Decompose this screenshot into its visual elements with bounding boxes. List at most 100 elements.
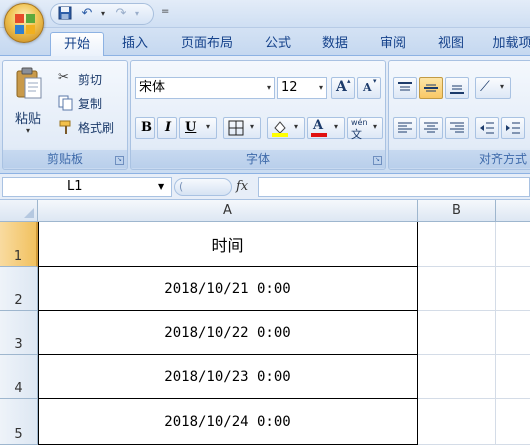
paste-button[interactable]: 粘贴 ▾ [7, 63, 49, 143]
shrink-font-button[interactable]: A ▾ [357, 77, 381, 99]
redo-dropdown-icon[interactable]: ▾ [129, 6, 145, 22]
save-icon[interactable] [57, 6, 73, 22]
cell-c5[interactable] [496, 399, 530, 445]
font-color-bar [311, 133, 327, 137]
orientation-button[interactable]: ⟋ ▾ [475, 77, 511, 99]
borders-button[interactable]: ▾ [223, 117, 261, 139]
align-bottom-button[interactable] [445, 77, 469, 99]
font-name-dropdown-icon: ▾ [266, 83, 271, 92]
cell-b4[interactable] [418, 355, 496, 399]
ribbon: 粘贴 ▾ ✂ 剪切 复制 格式刷 剪贴板 ↘ 宋体 ▾ 12 ▾ A ▴ A ▾… [0, 56, 530, 174]
shrink-font-icon: A [363, 81, 372, 94]
font-size-value: 12 [281, 80, 298, 95]
formula-input[interactable] [258, 177, 530, 197]
column-header-a[interactable]: A [38, 200, 418, 222]
align-right-icon [450, 122, 464, 133]
align-left-button[interactable] [393, 117, 417, 139]
format-painter-label: 格式刷 [78, 121, 115, 135]
phonetic-button[interactable]: wén 文 ▾ [347, 117, 383, 141]
row-header-1[interactable]: 1 [0, 222, 38, 267]
redo-icon[interactable]: ↷ [113, 6, 129, 22]
formula-bar-splitter[interactable]: ( [174, 178, 232, 196]
tab-page-layout[interactable]: 页面布局 [170, 32, 244, 56]
increase-indent-button[interactable] [501, 117, 525, 139]
clipboard-group-label: 剪贴板 [3, 150, 127, 168]
align-bottom-icon [450, 85, 464, 94]
cell-b5[interactable] [418, 399, 496, 445]
font-name-combo[interactable]: 宋体 ▾ [135, 77, 275, 99]
column-a-left-border [38, 222, 39, 445]
alignment-group: ⟋ ▾ 对齐方式 [388, 60, 530, 170]
underline-button[interactable]: U ▾ [179, 117, 217, 139]
row-header-2[interactable]: 2 [0, 267, 38, 311]
cell-a3[interactable]: 2018/10/22 0:00 [38, 311, 418, 355]
select-all-button[interactable] [0, 200, 38, 222]
undo-icon[interactable]: ↶ [79, 6, 95, 22]
customize-qat-icon[interactable]: = [161, 6, 169, 17]
tab-insert[interactable]: 插入 [112, 32, 158, 56]
font-launcher-icon[interactable]: ↘ [373, 156, 382, 165]
cell-a2[interactable]: 2018/10/21 0:00 [38, 267, 418, 311]
align-middle-icon [424, 84, 438, 92]
align-right-button[interactable] [445, 117, 469, 139]
align-top-button[interactable] [393, 77, 417, 99]
name-box-dropdown-icon[interactable]: ▼ [158, 182, 164, 191]
tab-formulas[interactable]: 公式 [256, 32, 300, 56]
align-center-button[interactable] [419, 117, 443, 139]
tab-home[interactable]: 开始 [50, 32, 104, 57]
font-size-combo[interactable]: 12 ▾ [277, 77, 327, 99]
cell-c3[interactable] [496, 311, 530, 355]
cell-c1[interactable] [496, 222, 530, 267]
bold-button[interactable]: B [135, 117, 155, 139]
grow-font-button[interactable]: A ▴ [331, 77, 355, 99]
column-header-c[interactable] [496, 200, 530, 222]
orientation-dropdown-icon: ▾ [500, 82, 505, 91]
decrease-indent-button[interactable] [475, 117, 499, 139]
cell-b1[interactable] [418, 222, 496, 267]
phonetic-char-icon: 文 [351, 128, 362, 141]
column-header-b[interactable]: B [418, 200, 496, 222]
tab-review[interactable]: 审阅 [370, 32, 416, 56]
quick-access-toolbar: ↶ ▾ ↷ ▾ [50, 3, 154, 25]
font-group-label: 字体 [131, 150, 385, 168]
copy-button[interactable]: 复制 [53, 91, 123, 113]
cell-c4[interactable] [496, 355, 530, 399]
cell-c2[interactable] [496, 267, 530, 311]
align-top-icon [398, 82, 412, 91]
cut-button[interactable]: ✂ 剪切 [53, 67, 123, 89]
cell-a5[interactable]: 2018/10/24 0:00 [38, 399, 418, 445]
cell-b3[interactable] [418, 311, 496, 355]
row-header-4[interactable]: 4 [0, 355, 38, 399]
undo-dropdown-icon[interactable]: ▾ [95, 6, 111, 22]
font-color-button[interactable]: A ▾ [307, 117, 345, 139]
tab-add-ins[interactable]: 加载项 [486, 32, 530, 56]
formula-bar: L1 ▼ ( fx [0, 174, 530, 200]
row-header-5[interactable]: 5 [0, 399, 38, 445]
format-painter-button[interactable]: 格式刷 [53, 115, 123, 137]
cell-b2[interactable] [418, 267, 496, 311]
tab-view[interactable]: 视图 [428, 32, 474, 56]
worksheet-grid: A B 1 2 3 4 5 时间 2018/10/21 0:00 2018/10… [0, 200, 530, 445]
clipboard-launcher-icon[interactable]: ↘ [115, 156, 124, 165]
align-middle-button[interactable] [419, 77, 443, 99]
tab-data[interactable]: 数据 [312, 32, 358, 56]
font-size-dropdown-icon: ▾ [318, 83, 323, 92]
name-box[interactable]: L1 [2, 177, 172, 197]
cell-a1[interactable]: 时间 [38, 222, 418, 267]
insert-function-icon[interactable]: fx [236, 179, 248, 194]
office-button[interactable] [4, 3, 44, 43]
borders-dropdown-icon: ▾ [250, 122, 255, 131]
paste-icon [16, 67, 42, 99]
italic-button[interactable]: I [157, 117, 177, 139]
cell-a4[interactable]: 2018/10/23 0:00 [38, 355, 418, 399]
fill-color-button[interactable]: ▾ [267, 117, 305, 139]
font-name-value: 宋体 [139, 80, 166, 95]
copy-icon [58, 95, 73, 111]
paste-dropdown-icon: ▾ [25, 126, 30, 135]
bold-icon: B [141, 120, 152, 135]
phonetic-dropdown-icon: ▾ [373, 122, 378, 131]
row-header-3[interactable]: 3 [0, 311, 38, 355]
decrease-indent-icon [480, 122, 494, 134]
orientation-icon: ⟋ [480, 79, 490, 95]
grow-font-arrow-icon: ▴ [347, 77, 351, 85]
